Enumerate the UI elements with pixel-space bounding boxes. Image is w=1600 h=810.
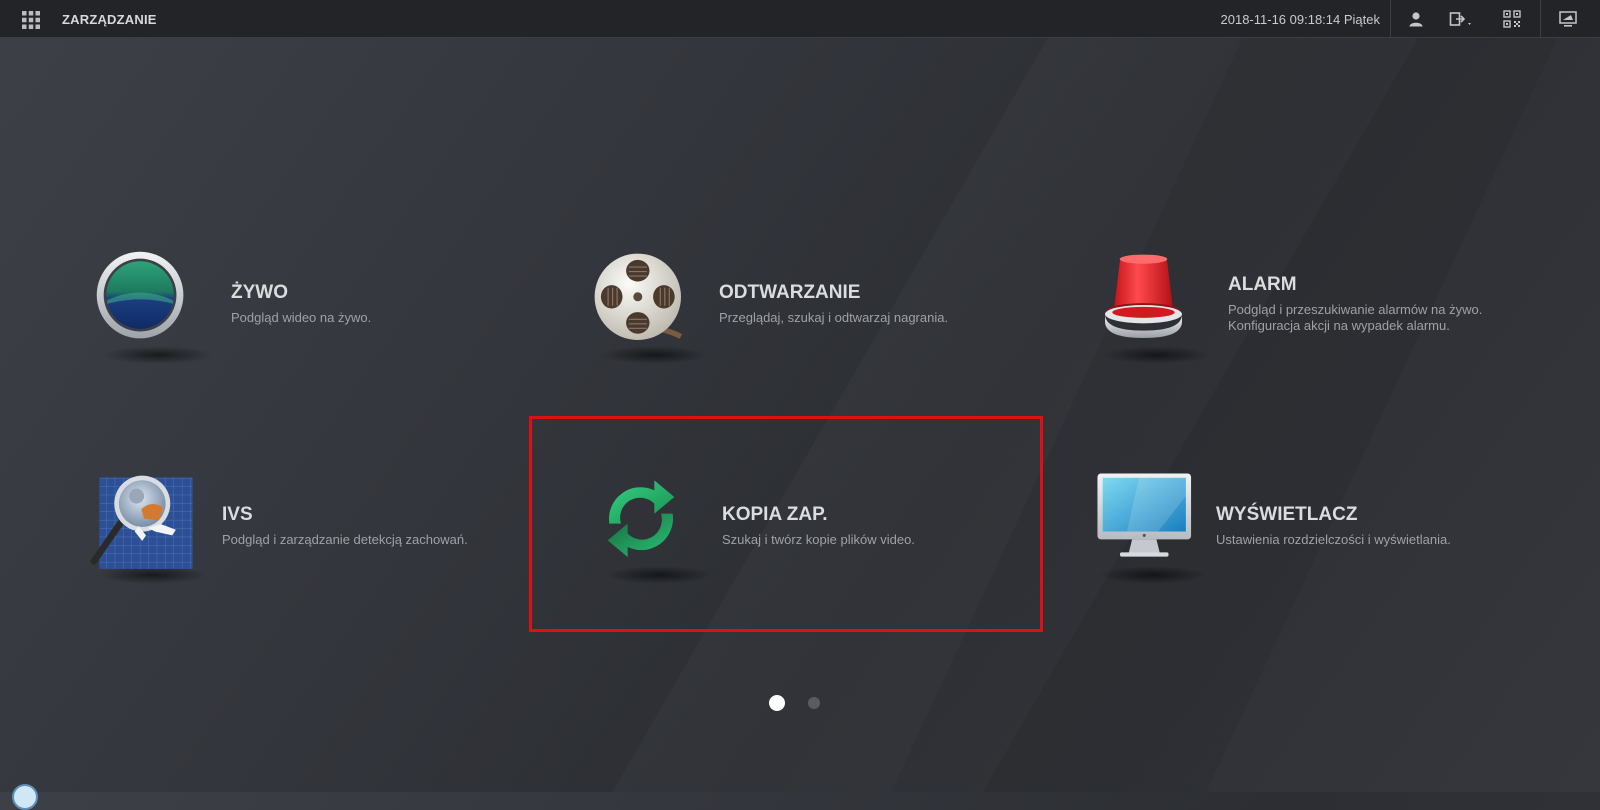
datetime-display: 2018-11-16 09:18:14 Piątek: [1220, 12, 1381, 27]
film-reel-icon: [594, 253, 683, 340]
card-title: ŻYWO: [231, 282, 288, 303]
menu-card-display[interactable]: WYŚWIETLACZ Ustawienia rozdzielczości i …: [1090, 470, 1540, 680]
live-view-icon: [96, 251, 184, 339]
corner-logo-icon: [12, 784, 38, 810]
display-icon[interactable]: [1559, 10, 1577, 28]
menu-card-live[interactable]: ŻYWO Podgląd wideo na żywo.: [95, 250, 455, 460]
menu-card-ivs[interactable]: IVS Podgląd i zarządzanie detekcją zacho…: [90, 470, 510, 680]
card-title: ALARM: [1228, 274, 1297, 295]
user-icon[interactable]: [1407, 10, 1425, 28]
card-description: Konfiguracja akcji na wypadek alarmu.: [1228, 318, 1450, 333]
menu-card-backup[interactable]: KOPIA ZAP. Szukaj i twórz kopie plików v…: [596, 470, 996, 680]
card-description: Ustawienia rozdzielczości i wyświetlania…: [1216, 532, 1451, 547]
grid-menu-icon[interactable]: [22, 11, 40, 29]
card-description: Podgląd wideo na żywo.: [231, 310, 372, 325]
page-dot-active[interactable]: [769, 695, 785, 711]
logout-icon[interactable]: [1449, 10, 1475, 28]
card-title: IVS: [222, 504, 253, 525]
card-description: Podgląd i zarządzanie detekcją zachowań.: [222, 532, 468, 547]
menu-card-alarm[interactable]: ALARM Podgląd i przeszukiwanie alarmów n…: [1094, 250, 1544, 460]
alarm-siren-icon: [1105, 254, 1182, 338]
divider: [1390, 0, 1391, 37]
card-description: Przeglądaj, szukaj i odtwarzaj nagrania.: [719, 310, 949, 325]
magnifier-icon: [90, 475, 193, 569]
monitor-icon: [1097, 473, 1192, 557]
page-dot[interactable]: [808, 697, 820, 709]
card-title: KOPIA ZAP.: [722, 504, 828, 525]
backup-sync-icon: [607, 480, 675, 557]
card-title: ODTWARZANIE: [719, 282, 861, 303]
page-title: ZARZĄDZANIE: [62, 12, 157, 27]
card-description: Podgląd i przeszukiwanie alarmów na żywo…: [1228, 302, 1483, 317]
top-bar: ZARZĄDZANIE 2018-11-16 09:18:14 Piątek: [0, 0, 1600, 38]
card-description: Szukaj i twórz kopie plików video.: [722, 532, 915, 547]
card-title: WYŚWIETLACZ: [1216, 504, 1358, 525]
qr-code-icon[interactable]: [1503, 10, 1521, 28]
divider: [1540, 0, 1541, 37]
